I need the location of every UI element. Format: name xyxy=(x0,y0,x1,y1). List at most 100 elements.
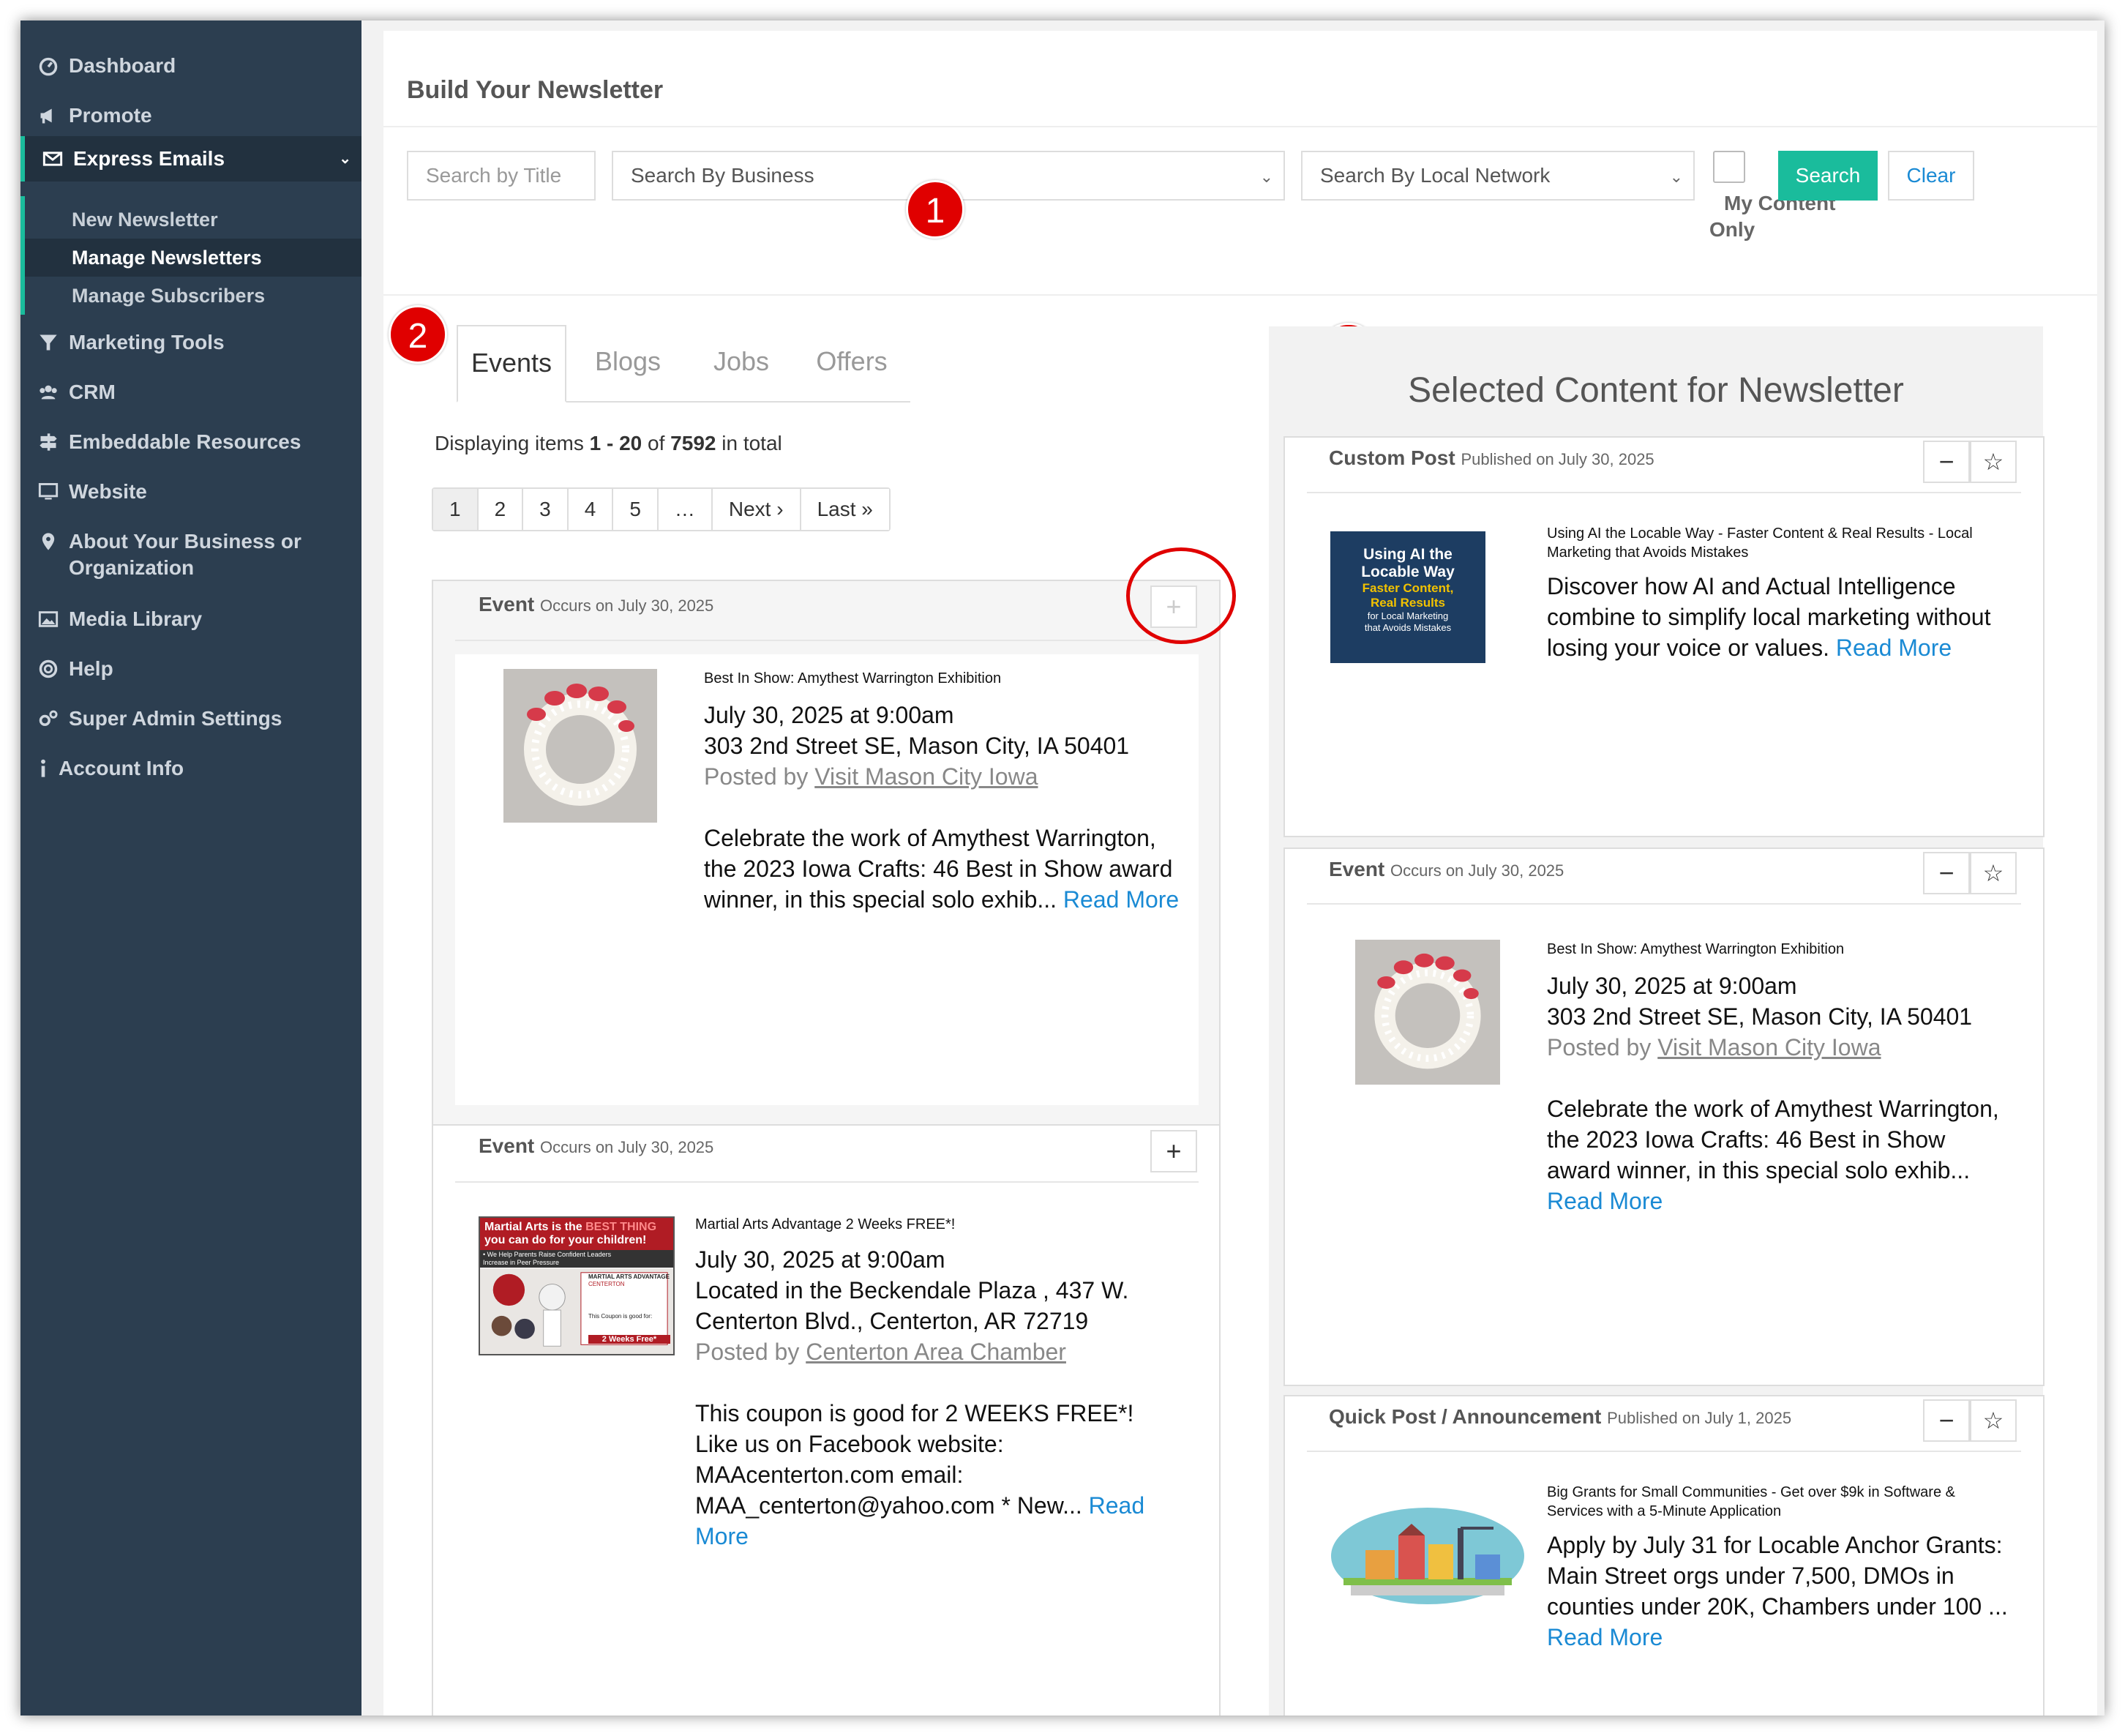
read-more-link[interactable]: Read More xyxy=(1547,1624,1663,1650)
divider xyxy=(455,640,1199,641)
post-thumbnail-ai: Using AI the Locable Way Faster Content,… xyxy=(1330,531,1485,663)
chevron-down-icon: ⌄ xyxy=(1259,168,1273,186)
poster-link[interactable]: Centerton Area Chamber xyxy=(806,1339,1066,1365)
event-address: Located in the Beckendale Plaza , 437 W.… xyxy=(695,1277,1129,1334)
sidebar-item-about-business[interactable]: About Your Business or Organization xyxy=(20,528,342,581)
sidebar-item-media-library[interactable]: Media Library xyxy=(20,606,361,632)
sidebar-item-label: CRM xyxy=(69,381,116,403)
sidebar-item-label: Website xyxy=(69,480,147,503)
remove-button[interactable]: − xyxy=(1923,1399,1970,1442)
read-more-link[interactable]: Read More xyxy=(1836,635,1952,661)
annotation-marker-1: 1 xyxy=(906,180,964,239)
star-button[interactable]: ☆ xyxy=(1970,852,2017,894)
page-link-2[interactable]: 2 xyxy=(478,489,524,530)
event-date: July 30, 2025 at 9:00am xyxy=(695,1246,945,1273)
event-date: July 30, 2025 at 9:00am xyxy=(704,702,954,728)
event-details: July 30, 2025 at 9:00am 303 2nd Street S… xyxy=(704,700,1180,915)
divider xyxy=(1307,903,2021,905)
add-button[interactable]: + xyxy=(1150,1130,1197,1172)
sidebar-item-website[interactable]: Website xyxy=(20,479,361,505)
card-header: Event Occurs on July 30, 2025 xyxy=(479,1134,714,1157)
divider xyxy=(383,294,2097,296)
sidebar-item-embeddable-resources[interactable]: Embeddable Resources xyxy=(20,429,361,455)
app-window: Dashboard Promote Express Emails ⌄ New N… xyxy=(20,20,2105,1716)
event-card: Event Occurs on July 30, 2025 + Martial … xyxy=(432,1124,1221,1716)
sidebar-item-label: Marketing Tools xyxy=(69,331,225,353)
event-details: July 30, 2025 at 9:00am Located in the B… xyxy=(695,1244,1171,1552)
star-button[interactable]: ☆ xyxy=(1970,1399,2017,1442)
sidebar-item-crm[interactable]: CRM xyxy=(20,379,361,405)
card-body: Best In Show: Amythest Warrington Exhibi… xyxy=(455,654,1199,1105)
page-title: Build Your Newsletter xyxy=(407,76,664,104)
read-more-link[interactable]: Read More xyxy=(1063,886,1179,913)
event-title: Best In Show: Amythest Warrington Exhibi… xyxy=(704,670,1002,686)
sidebar-item-help[interactable]: Help xyxy=(20,656,361,682)
event-date: July 30, 2025 at 9:00am xyxy=(1547,973,1797,999)
info-icon xyxy=(38,755,56,782)
search-button[interactable]: Search xyxy=(1778,151,1878,201)
page-link-5[interactable]: 5 xyxy=(613,489,659,530)
post-title: Big Grants for Small Communities - Get o… xyxy=(1547,1484,1955,1519)
filter-icon xyxy=(38,329,66,356)
post-description: Discover how AI and Actual Intelligence … xyxy=(1547,573,1991,661)
results-total: 7592 xyxy=(670,432,716,454)
sidebar-item-label: Dashboard xyxy=(69,54,176,77)
divider xyxy=(455,1181,1199,1183)
card-header: Event Occurs on July 30, 2025 xyxy=(479,593,714,616)
poster-link[interactable]: Visit Mason City Iowa xyxy=(1657,1034,1881,1060)
gears-icon xyxy=(38,706,66,732)
results-count: Displaying items 1 - 20 of 7592 in total xyxy=(435,432,782,454)
business-select-value: Search By Business xyxy=(631,164,814,187)
map-pin-icon xyxy=(38,528,66,555)
signpost-icon xyxy=(38,429,66,455)
sidebar-item-express-emails[interactable]: Express Emails ⌄ xyxy=(20,136,361,182)
tab-events[interactable]: Events xyxy=(457,325,566,403)
sidebar-subitem-new-newsletter[interactable]: New Newsletter xyxy=(25,201,361,239)
page-link-4[interactable]: 4 xyxy=(568,489,614,530)
post-title: Using AI the Locable Way - Faster Conten… xyxy=(1547,525,1973,561)
divider xyxy=(1307,1451,2021,1452)
page-link-1[interactable]: 1 xyxy=(433,489,479,530)
my-content-only-checkbox[interactable] xyxy=(1713,151,1745,183)
sidebar-subitem-manage-newsletters[interactable]: Manage Newsletters xyxy=(25,239,361,277)
page-last[interactable]: Last » xyxy=(801,489,889,530)
page-link-3[interactable]: 3 xyxy=(523,489,569,530)
card-header: Custom Post Published on July 30, 2025 xyxy=(1329,446,1654,469)
search-title-input[interactable]: Search by Title xyxy=(407,151,596,201)
remove-button[interactable]: − xyxy=(1923,852,1970,894)
tab-jobs[interactable]: Jobs xyxy=(689,325,793,403)
event-details: July 30, 2025 at 9:00am 303 2nd Street S… xyxy=(1547,970,2015,1216)
read-more-link[interactable]: Read More xyxy=(1547,1188,1663,1214)
tab-blogs[interactable]: Blogs xyxy=(566,325,689,403)
sidebar-item-super-admin-settings[interactable]: Super Admin Settings xyxy=(20,706,361,732)
divider xyxy=(1307,492,2021,493)
selected-item: Quick Post / Announcement Published on J… xyxy=(1283,1395,2045,1716)
event-description: Celebrate the work of Amythest Warringto… xyxy=(1547,1096,1999,1214)
selected-item: Event Occurs on July 30, 2025 − ☆ Best I… xyxy=(1283,848,2045,1386)
page-next[interactable]: Next › xyxy=(712,489,801,530)
sidebar-item-dashboard[interactable]: Dashboard xyxy=(20,53,361,79)
selected-content-title: Selected Content for Newsletter xyxy=(1408,371,1904,410)
sidebar-item-label: Help xyxy=(69,657,113,680)
sidebar-item-marketing-tools[interactable]: Marketing Tools xyxy=(20,329,361,356)
event-thumbnail-wreath xyxy=(503,669,657,823)
tab-offers[interactable]: Offers xyxy=(793,325,910,403)
remove-button[interactable]: − xyxy=(1923,441,1970,483)
event-description: This coupon is good for 2 WEEKS FREE*! L… xyxy=(695,1400,1145,1549)
sidebar-submenu: New Newsletter Manage Newsletters Manage… xyxy=(20,196,361,315)
star-button[interactable]: ☆ xyxy=(1970,441,2017,483)
highlight-circle xyxy=(1126,547,1236,644)
event-title: Martial Arts Advantage 2 Weeks FREE*! xyxy=(695,1216,956,1232)
poster-link[interactable]: Visit Mason City Iowa xyxy=(814,763,1038,790)
sidebar-item-label: Account Info xyxy=(59,757,184,779)
local-network-select[interactable]: Search By Local Network ⌄ xyxy=(1301,151,1695,201)
event-posted-by: Posted by Visit Mason City Iowa xyxy=(704,763,1038,790)
sidebar-subitem-manage-subscribers[interactable]: Manage Subscribers xyxy=(25,277,361,315)
clear-button[interactable]: Clear xyxy=(1888,151,1974,201)
sidebar-item-promote[interactable]: Promote xyxy=(20,102,361,129)
sidebar-item-account-info[interactable]: Account Info xyxy=(20,755,361,782)
event-posted-by: Posted by Visit Mason City Iowa xyxy=(1547,1034,1881,1060)
newsletter-builder-panel: Build Your Newsletter Search by Title Se… xyxy=(383,31,2097,1716)
sidebar-item-label: Express Emails xyxy=(73,147,225,170)
selected-content-panel: Selected Content for Newsletter Custom P… xyxy=(1269,326,2045,1716)
